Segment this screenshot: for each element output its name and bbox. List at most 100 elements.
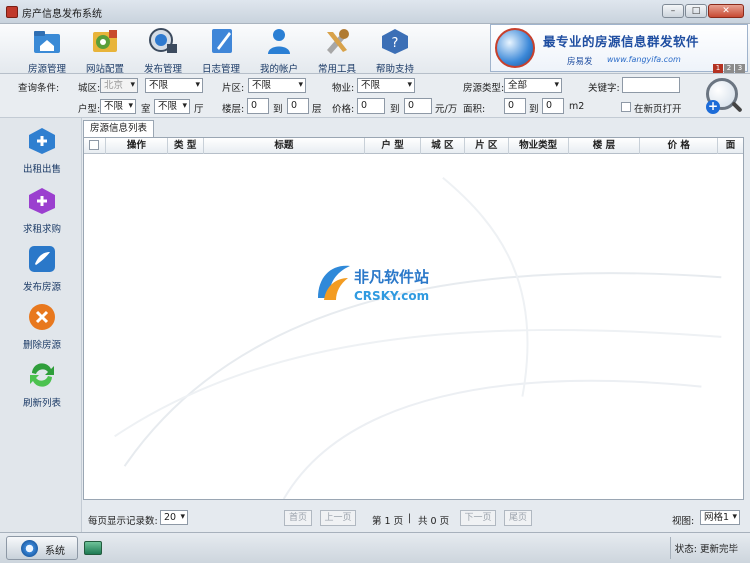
gear-icon <box>21 540 38 557</box>
prev-page-button[interactable]: 上一页 <box>320 510 356 526</box>
column-header[interactable]: 户 型 <box>365 138 421 154</box>
search-plus-icon[interactable]: + <box>706 100 720 114</box>
view-select[interactable]: 网格1 <box>700 510 740 525</box>
minimize-button[interactable]: – <box>662 4 684 18</box>
toolbar-log-management[interactable]: 日志管理 <box>193 26 249 75</box>
column-header[interactable]: 价 格 <box>640 138 719 154</box>
column-header[interactable]: 城 区 <box>421 138 465 154</box>
price-to-label: 到 <box>390 104 400 115</box>
sidebar-item-seek-rent-buy[interactable]: 求租求购 <box>4 184 80 236</box>
window-title: 房产信息发布系统 <box>22 9 102 20</box>
sidebar: 出租出售 求租求购 发布房源 删除房源 刷新列表 <box>0 118 82 532</box>
sidebar-item-label: 出租出售 <box>22 164 61 175</box>
banner-page-3[interactable]: 3 <box>735 64 745 73</box>
column-header[interactable]: 类 型 <box>168 138 204 154</box>
network-status-icon[interactable] <box>84 541 102 555</box>
select-all-column <box>84 138 106 154</box>
toolbar-house-management[interactable]: 房源管理 <box>19 26 75 75</box>
hall-unit: 厅 <box>194 104 204 115</box>
svg-text:?: ? <box>392 36 399 51</box>
sidebar-item-label: 刷新列表 <box>22 398 61 409</box>
toolbar-label: 常用工具 <box>317 64 356 75</box>
sidebar-item-delete-listing[interactable]: 删除房源 <box>4 300 80 352</box>
sidebar-item-rent-sell[interactable]: 出租出售 <box>4 124 80 176</box>
maximize-button[interactable]: □ <box>685 4 707 18</box>
rooms-select[interactable]: 不限 <box>100 99 136 114</box>
watermark-text: 非凡软件站 <box>354 268 429 286</box>
total-pages: 共 0 页 <box>418 516 450 527</box>
size-label: 面积: <box>463 104 486 115</box>
per-page-label: 每页显示记录数: <box>88 516 158 527</box>
grid-header: 操作 类 型 标题 户 型 城 区 片 区 物业类型 楼 层 价 格 面 <box>84 138 743 154</box>
district-select[interactable]: 不限 <box>145 78 203 93</box>
window-controls: – □ ✕ <box>662 4 744 18</box>
price-to-input[interactable]: 0 <box>404 98 432 114</box>
layout-label: 户型: <box>78 104 101 115</box>
property-select[interactable]: 不限 <box>357 78 415 93</box>
column-header[interactable]: 楼 层 <box>569 138 641 154</box>
close-button[interactable]: ✕ <box>708 4 744 18</box>
filter-panel: 查询条件: 城区: 北京 不限 片区: 不限 物业: 不限 房源类型: 全部 关… <box>0 74 750 118</box>
sidebar-item-refresh-list[interactable]: 刷新列表 <box>4 358 80 410</box>
column-header[interactable]: 物业类型 <box>509 138 569 154</box>
size-from-input[interactable]: 0 <box>504 98 526 114</box>
floor-to-input[interactable]: 0 <box>287 98 309 114</box>
new-page-checkbox[interactable] <box>621 102 631 112</box>
toolbar-label: 房源管理 <box>27 64 66 75</box>
status-divider <box>670 537 671 559</box>
toolbar-my-account[interactable]: 我的帐户 <box>251 26 307 75</box>
floor-from-input[interactable]: 0 <box>247 98 269 114</box>
column-header[interactable]: 面 <box>718 138 743 154</box>
query-label: 查询条件: <box>18 83 60 94</box>
banner-page-1[interactable]: 1 <box>713 64 723 73</box>
select-all-checkbox[interactable] <box>89 140 100 150</box>
status-bar: 系统 状态: 更新完毕 <box>0 532 750 563</box>
next-page-button[interactable]: 下一页 <box>460 510 496 526</box>
keyword-input[interactable] <box>622 77 680 93</box>
toolbar-common-tools[interactable]: 常用工具 <box>309 26 365 75</box>
tab-listing-info[interactable]: 房源信息列表 <box>83 120 155 137</box>
sidebar-item-label: 发布房源 <box>22 282 61 293</box>
sidebar-item-publish-listing[interactable]: 发布房源 <box>4 242 80 294</box>
source-type-select[interactable]: 全部 <box>504 78 562 93</box>
toolbar-site-config[interactable]: 网站配置 <box>77 26 133 75</box>
banner-page-2[interactable]: 2 <box>724 64 734 73</box>
halls-select[interactable]: 不限 <box>154 99 190 114</box>
column-header[interactable]: 操作 <box>106 138 168 154</box>
last-page-button[interactable]: 尾页 <box>504 510 532 526</box>
column-header[interactable]: 片 区 <box>465 138 509 154</box>
refresh-list-icon <box>30 363 54 387</box>
banner-pager: 1 2 3 <box>713 64 745 73</box>
property-label: 物业: <box>332 83 355 94</box>
floor-unit: 层 <box>312 104 322 115</box>
price-label: 价格: <box>332 104 355 115</box>
first-page-button[interactable]: 首页 <box>284 510 312 526</box>
toolbar-label: 日志管理 <box>201 64 240 75</box>
page-separator: | <box>408 513 412 524</box>
size-unit: m2 <box>569 101 585 112</box>
area-select[interactable]: 不限 <box>248 78 306 93</box>
price-unit: 元/万 <box>435 104 458 115</box>
system-button[interactable]: 系统 <box>6 536 78 560</box>
city-select[interactable]: 北京 <box>100 78 138 93</box>
column-header[interactable]: 标题 <box>204 138 366 154</box>
sidebar-item-label: 求租求购 <box>22 224 61 235</box>
toolbar-help-support[interactable]: ? 帮助支持 <box>367 26 423 75</box>
web-config-icon <box>93 30 117 52</box>
product-banner: 最专业的房源信息群发软件 房易发 www.fangyifa.com 1 2 3 <box>490 24 748 73</box>
per-page-select[interactable]: 20 <box>160 510 188 525</box>
home-folder-icon <box>34 31 60 53</box>
rent-sell-icon <box>29 128 55 154</box>
listing-grid: 操作 类 型 标题 户 型 城 区 片 区 物业类型 楼 层 价 格 面 非凡软… <box>83 137 744 500</box>
title-bar: 房产信息发布系统 – □ ✕ <box>0 0 750 24</box>
current-page: 第 1 页 <box>372 516 404 527</box>
toolbar-label: 帮助支持 <box>375 64 414 75</box>
watermark-logo: 非凡软件站 CRSKY.com <box>318 265 429 303</box>
toolbar-publish-management[interactable]: 发布管理 <box>135 26 191 75</box>
price-from-input[interactable]: 0 <box>357 98 385 114</box>
floor-to-label: 到 <box>273 104 283 115</box>
banner-brand: 房易发 <box>567 57 593 67</box>
size-to-input[interactable]: 0 <box>542 98 564 114</box>
status-text: 状态: 更新完毕 <box>674 544 738 555</box>
floor-label: 楼层: <box>222 104 245 115</box>
